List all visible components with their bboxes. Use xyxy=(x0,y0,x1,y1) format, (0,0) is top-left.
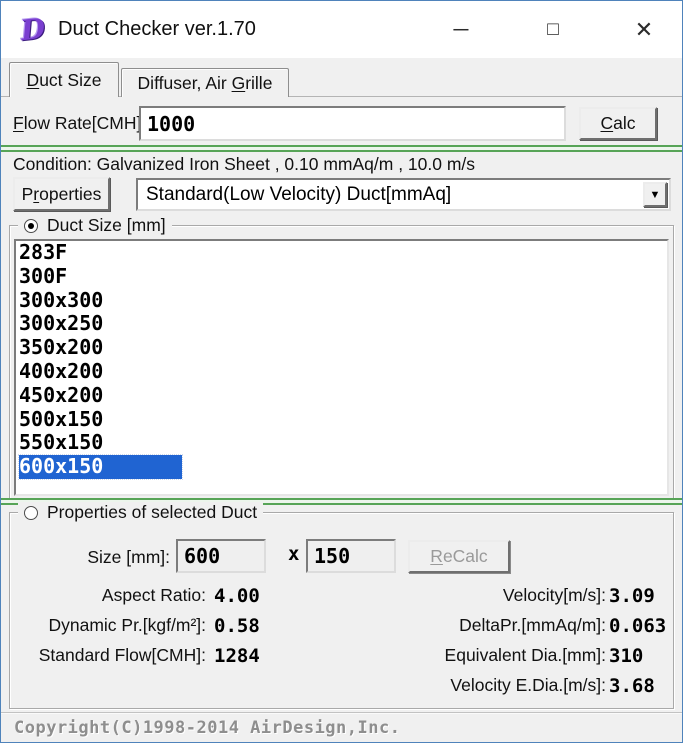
size-label: Size [mm]: xyxy=(10,547,170,568)
tab-duct-size[interactable]: Duct Size xyxy=(9,62,119,97)
app-window: D Duct Checker ver.1.70 ─ □ ✕ Duct Size … xyxy=(0,0,683,743)
maximize-button[interactable]: □ xyxy=(523,12,583,48)
equivalent-dia-label: Equivalent Dia.[mm]: xyxy=(280,645,606,666)
flow-rate-label: Flow Rate[CMH]: xyxy=(13,113,146,134)
dynamic-pressure-value: 0.58 xyxy=(214,615,260,637)
properties-button[interactable]: Properties xyxy=(13,177,110,211)
window-title: Duct Checker ver.1.70 xyxy=(58,18,256,41)
tab-diffuser-air-grille[interactable]: Diffuser, Air Grille xyxy=(121,68,289,97)
title-bar: D Duct Checker ver.1.70 ─ □ ✕ xyxy=(1,1,682,58)
aspect-ratio-label: Aspect Ratio: xyxy=(10,585,206,606)
duct-size-listbox[interactable]: 283F 300F 300x300 300x250 350x200 400x20… xyxy=(14,239,669,496)
selected-duct-group-legend: Properties of selected Duct xyxy=(18,502,263,523)
selected-duct-radio[interactable] xyxy=(24,506,38,520)
tab-strip: Duct Size Diffuser, Air Grille xyxy=(1,59,682,97)
list-item[interactable]: 550x150 xyxy=(19,431,667,455)
list-item[interactable]: 283F xyxy=(19,241,667,265)
minimize-button[interactable]: ─ xyxy=(431,12,491,48)
calc-button[interactable]: Calc xyxy=(579,107,657,140)
delta-pressure-value: 0.063 xyxy=(609,615,666,637)
list-item[interactable]: 300x250 xyxy=(19,312,667,336)
list-item-selected[interactable]: 600x150 xyxy=(19,455,182,479)
selected-duct-group-label: Properties of selected Duct xyxy=(47,502,257,523)
recalc-button-disabled[interactable]: ReCalc xyxy=(408,540,510,573)
velocity-label: Velocity[m/s]: xyxy=(280,585,606,606)
velocity-edia-value: 3.68 xyxy=(609,675,655,697)
copyright-text: Copyright(C)1998-2014 AirDesign,Inc. xyxy=(14,718,400,738)
standard-flow-value: 1284 xyxy=(214,645,260,667)
dynamic-pressure-label: Dynamic Pr.[kgf/m²]: xyxy=(10,615,206,636)
duct-size-group-label: Duct Size [mm] xyxy=(47,215,166,236)
status-bar: Copyright(C)1998-2014 AirDesign,Inc. xyxy=(1,712,682,742)
condition-text: Condition: Galvanized Iron Sheet , 0.10 … xyxy=(13,154,475,175)
duct-height-input[interactable] xyxy=(306,539,396,573)
velocity-edia-label: Velocity E.Dia.[m/s]: xyxy=(280,675,606,696)
duct-size-radio[interactable] xyxy=(24,219,38,233)
flow-rate-input[interactable] xyxy=(139,106,566,141)
equivalent-dia-value: 310 xyxy=(609,645,643,667)
divider-top xyxy=(1,145,682,152)
standard-flow-label: Standard Flow[CMH]: xyxy=(10,645,206,666)
duct-type-selected-option: Standard(Low Velocity) Duct[mmAq] xyxy=(146,184,451,205)
list-item[interactable]: 300x300 xyxy=(19,289,667,313)
selected-duct-group: Properties of selected Duct Size [mm]: x… xyxy=(9,512,674,709)
list-item[interactable]: 400x200 xyxy=(19,360,667,384)
duct-width-input[interactable] xyxy=(176,539,266,573)
app-icon: D xyxy=(16,12,49,47)
duct-size-group-legend: Duct Size [mm] xyxy=(18,215,172,236)
list-item[interactable]: 450x200 xyxy=(19,384,667,408)
aspect-ratio-value: 4.00 xyxy=(214,585,260,607)
list-item[interactable]: 350x200 xyxy=(19,336,667,360)
duct-type-select[interactable]: Standard(Low Velocity) Duct[mmAq] ▼ xyxy=(136,178,671,211)
duct-size-group: Duct Size [mm] 283F 300F 300x300 300x250… xyxy=(9,225,674,501)
velocity-value: 3.09 xyxy=(609,585,655,607)
list-item[interactable]: 300F xyxy=(19,265,667,289)
chevron-down-icon[interactable]: ▼ xyxy=(643,182,667,207)
list-item[interactable]: 500x150 xyxy=(19,408,667,432)
close-button[interactable]: ✕ xyxy=(614,12,674,48)
delta-pressure-label: DeltaPr.[mmAq/m]: xyxy=(280,615,606,636)
size-x-separator: x xyxy=(288,543,299,565)
